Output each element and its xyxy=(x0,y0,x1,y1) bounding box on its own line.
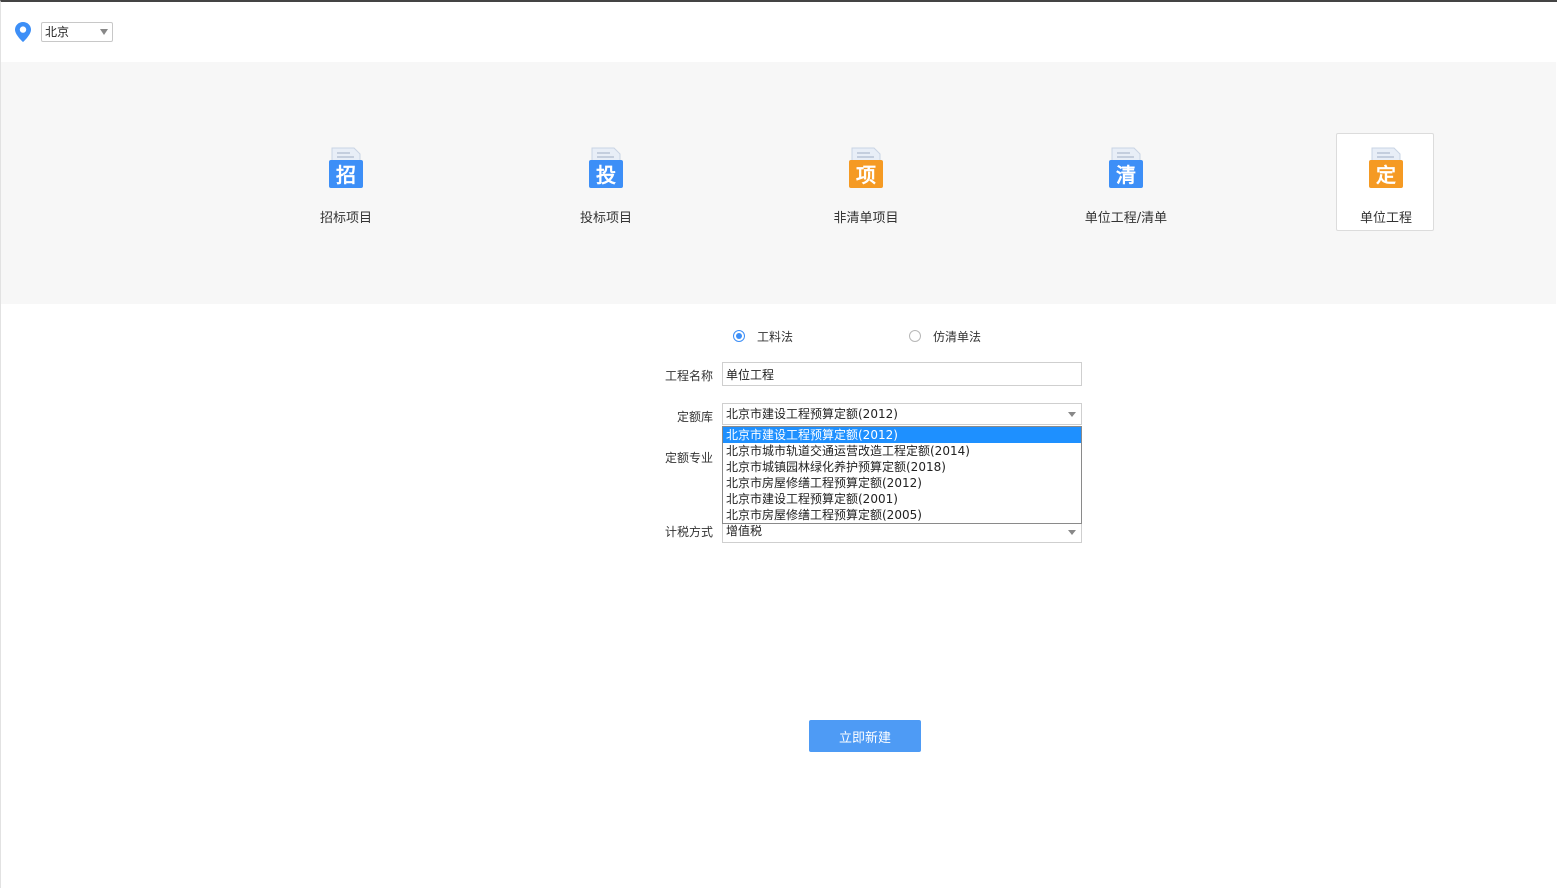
project-name-input[interactable] xyxy=(722,362,1082,386)
document-icon: 清 xyxy=(1109,147,1143,188)
tax-method-label: 计税方式 xyxy=(664,525,713,539)
chevron-down-icon xyxy=(1068,412,1076,417)
document-icon: 招 xyxy=(329,147,363,188)
quota-library-select[interactable]: 北京市建设工程预算定额(2012) xyxy=(722,403,1082,425)
radio-option-pseudo-list[interactable]: 仿清单法 xyxy=(909,327,981,345)
city-select-value: 北京 xyxy=(45,25,70,39)
chevron-down-icon xyxy=(1068,530,1076,535)
project-type-card[interactable]: 清单位工程/清单 xyxy=(1076,133,1174,231)
project-type-card[interactable]: 投投标项目 xyxy=(556,133,654,231)
create-now-button[interactable]: 立即新建 xyxy=(809,720,921,752)
document-icon: 定 xyxy=(1369,147,1403,188)
project-type-label: 非清单项目 xyxy=(833,211,899,226)
radio-label: 仿清单法 xyxy=(933,329,982,344)
svg-text:定: 定 xyxy=(1376,163,1396,187)
location-bar: 北京 xyxy=(13,20,113,44)
city-select[interactable]: 北京 xyxy=(41,22,113,42)
chevron-down-icon xyxy=(100,29,108,35)
project-type-card[interactable]: 招招标项目 xyxy=(296,133,394,231)
document-icon: 投 xyxy=(589,147,623,188)
radio-labor-material[interactable] xyxy=(733,330,745,342)
quota-library-dropdown: 北京市建设工程预算定额(2012) 北京市城市轨道交通运营改造工程定额(2014)… xyxy=(722,426,1082,524)
svg-text:项: 项 xyxy=(856,163,876,187)
quota-major-label: 定额专业 xyxy=(664,451,713,465)
document-icon: 项 xyxy=(849,147,883,188)
svg-text:招: 招 xyxy=(336,163,356,187)
new-project-page: 北京 招招标项目 投投标项目 项非清单项目 清单位工程/清单 定单位工程 工料法 仿清单… xyxy=(0,0,1557,888)
project-type-label: 招标项目 xyxy=(319,211,372,226)
dropdown-option[interactable]: 北京市建设工程预算定额(2012) xyxy=(723,427,1081,443)
svg-text:投: 投 xyxy=(596,163,616,187)
project-type-band: 招招标项目 投投标项目 项非清单项目 清单位工程/清单 定单位工程 xyxy=(1,62,1556,304)
dropdown-option[interactable]: 北京市房屋修缮工程预算定额(2005) xyxy=(723,507,1081,523)
dropdown-option[interactable]: 北京市建设工程预算定额(2001) xyxy=(723,491,1081,507)
quota-library-label: 定额库 xyxy=(676,410,713,424)
dropdown-option[interactable]: 北京市城市轨道交通运营改造工程定额(2014) xyxy=(723,443,1081,459)
quota-library-value: 北京市建设工程预算定额(2012) xyxy=(726,407,898,421)
project-type-label: 投标项目 xyxy=(579,211,632,226)
dropdown-option[interactable]: 北京市房屋修缮工程预算定额(2012) xyxy=(723,475,1081,491)
dropdown-option[interactable]: 北京市城镇园林绿化养护预算定额(2018) xyxy=(723,459,1081,475)
radio-pseudo-list[interactable] xyxy=(909,330,921,342)
project-type-label: 单位工程/清单 xyxy=(1084,211,1168,226)
tax-method-select[interactable]: 增值税 xyxy=(722,521,1082,543)
radio-option-labor-material[interactable]: 工料法 xyxy=(733,327,793,345)
tax-method-value: 增值税 xyxy=(726,524,763,538)
svg-text:清: 清 xyxy=(1116,163,1136,187)
project-type-card[interactable]: 定单位工程 xyxy=(1336,133,1434,231)
project-type-card[interactable]: 项非清单项目 xyxy=(816,133,914,231)
project-type-label: 单位工程 xyxy=(1359,211,1412,226)
project-name-label: 工程名称 xyxy=(664,369,713,383)
location-pin-icon xyxy=(13,21,33,43)
radio-label: 工料法 xyxy=(757,329,794,344)
